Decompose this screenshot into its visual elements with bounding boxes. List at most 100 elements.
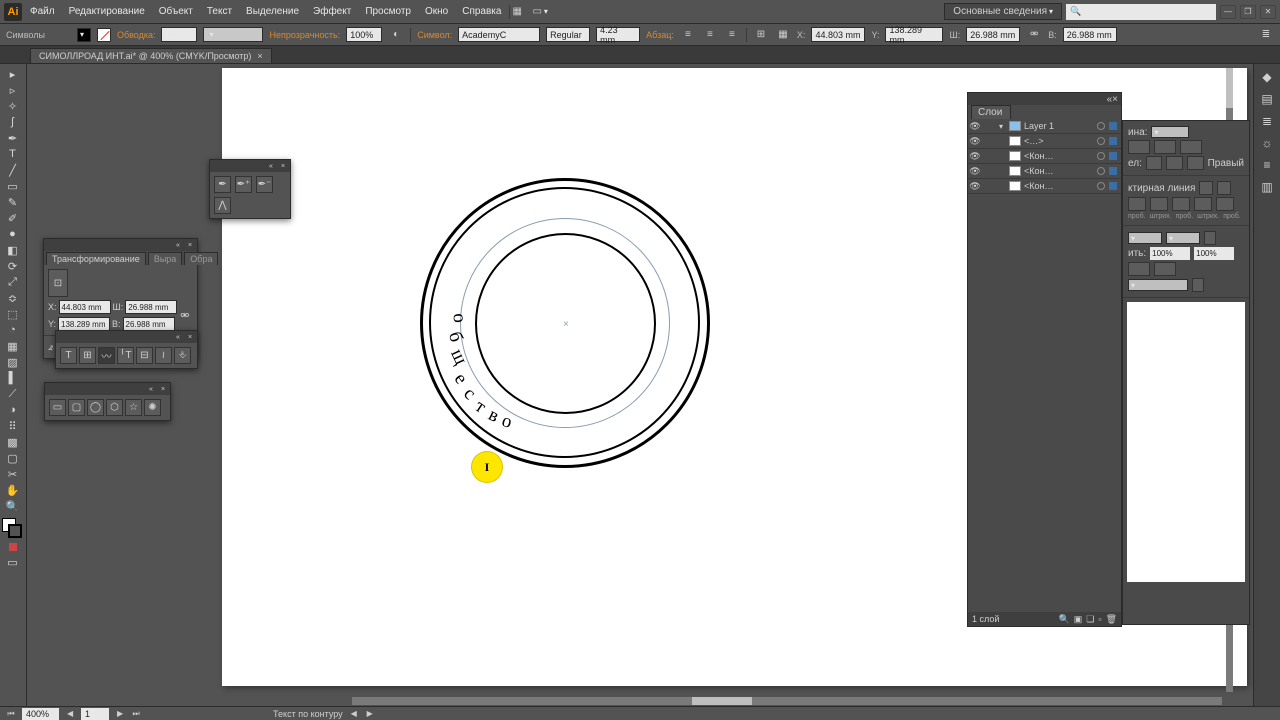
properties-panel[interactable]: ина: ел: Правый ктирная линия xyxy=(1122,120,1250,625)
stroke-profile[interactable] xyxy=(203,27,263,42)
menu-edit[interactable]: Редактирование xyxy=(63,4,151,19)
horizontal-scrollbar[interactable] xyxy=(352,697,1222,705)
area-type-btn[interactable]: ⊞ xyxy=(79,347,96,364)
y-input[interactable]: 138.289 mm xyxy=(885,27,943,42)
delete-anchor-btn[interactable]: ✒⁻ xyxy=(256,176,273,193)
fill-swatch[interactable] xyxy=(77,28,91,42)
blob-brush-tool[interactable]: ● xyxy=(0,226,25,242)
free-transform-tool[interactable]: ⬚ xyxy=(0,306,25,322)
gradient-tool[interactable]: ▌ xyxy=(0,370,25,386)
transform-tab[interactable]: Трансформирование xyxy=(46,252,146,265)
flare-tool-btn[interactable]: ✺ xyxy=(144,399,161,416)
eyedropper-tool[interactable]: ⟋ xyxy=(0,386,25,402)
add-anchor-btn[interactable]: ✒⁺ xyxy=(235,176,252,193)
lasso-tool[interactable]: ʃ xyxy=(0,114,25,130)
status-menu-left-icon[interactable]: ◀ xyxy=(349,709,359,719)
align-right-icon[interactable]: ≡ xyxy=(724,27,740,43)
type-on-path[interactable]: о б щ е с т в о xyxy=(440,314,520,434)
layer-name[interactable]: <…> xyxy=(1024,136,1093,146)
dash-input-3[interactable] xyxy=(1216,197,1234,211)
layer-name[interactable]: <Кон… xyxy=(1024,181,1093,191)
symbol-sprayer-tool[interactable]: ⠿ xyxy=(0,418,25,434)
arrow-start-scale[interactable]: 100% xyxy=(1150,247,1190,260)
line-tool[interactable]: ╱ xyxy=(0,162,25,178)
menu-effect[interactable]: Эффект xyxy=(307,4,357,19)
visibility-icon[interactable]: 👁 xyxy=(968,121,982,132)
eraser-tool[interactable]: ◧ xyxy=(0,242,25,258)
convert-anchor-btn[interactable]: ⋀ xyxy=(214,197,231,214)
layer-row[interactable]: 👁 <Кон… xyxy=(968,149,1121,164)
stroke-weight-dd[interactable] xyxy=(1151,126,1189,138)
layer-row[interactable]: 👁 <Кон… xyxy=(968,164,1121,179)
type-tool-btn[interactable]: T xyxy=(60,347,77,364)
stroke-weight-input[interactable] xyxy=(161,27,197,42)
graph-tool[interactable]: ▩ xyxy=(0,434,25,450)
status-menu-right-icon[interactable]: ▶ xyxy=(365,709,375,719)
swap-arrows-icon[interactable] xyxy=(1204,231,1216,245)
link-wh-icon[interactable]: ⚮ xyxy=(180,309,189,322)
pen-tool[interactable]: ✒ xyxy=(0,130,25,146)
link-wh-icon[interactable]: ⚮ xyxy=(1026,27,1042,43)
artboard-tool[interactable]: ▢ xyxy=(0,450,25,466)
align-panel-icon[interactable]: ▦ xyxy=(775,27,791,43)
layers-panel[interactable]: « × Слои 👁 ▾ Layer 1 👁 <…> 👁 <Кон… 👁 <Ко… xyxy=(967,92,1122,627)
window-minimize[interactable]: — xyxy=(1220,5,1236,19)
vertical-type-btn[interactable]: ╵T xyxy=(117,347,134,364)
pathfinder-tab[interactable]: Обра xyxy=(184,252,218,265)
touch-type-btn[interactable]: ⎀ xyxy=(174,347,191,364)
paragraph-label[interactable]: Абзац: xyxy=(646,30,674,40)
vertical-path-type-btn[interactable]: ≀ xyxy=(155,347,172,364)
shape-tools-panel[interactable]: «× ▭ ▢ ◯ ⬡ ☆ ✺ xyxy=(44,382,171,421)
target-icon[interactable] xyxy=(1097,152,1105,160)
swatches-panel-icon[interactable]: ▤ xyxy=(1258,90,1276,108)
w-input[interactable]: 26.988 mm xyxy=(125,300,177,314)
zoom-level[interactable]: 400% xyxy=(22,708,59,720)
visibility-icon[interactable]: 👁 xyxy=(968,151,982,162)
brushes-panel-icon[interactable]: ≣ xyxy=(1258,112,1276,130)
align-left-icon[interactable]: ≡ xyxy=(680,27,696,43)
menu-file[interactable]: Файл xyxy=(24,4,61,19)
document-tab-close[interactable]: × xyxy=(257,51,262,61)
window-restore[interactable]: ❐ xyxy=(1240,5,1256,19)
menu-text[interactable]: Текст xyxy=(201,4,238,19)
menu-view[interactable]: Просмотр xyxy=(359,4,417,19)
ellipse-tool-btn[interactable]: ◯ xyxy=(87,399,104,416)
arrow-end-scale[interactable]: 100% xyxy=(1194,247,1234,260)
character-label[interactable]: Символ: xyxy=(417,30,452,40)
direct-selection-tool[interactable]: ▹ xyxy=(0,82,25,98)
font-size-input[interactable]: 4.23 mm xyxy=(596,27,640,42)
target-icon[interactable] xyxy=(1097,182,1105,190)
layer-row[interactable]: 👁 <Кон… xyxy=(968,179,1121,194)
h-input[interactable]: 26.988 mm xyxy=(1063,27,1117,42)
selection-tool[interactable]: ▸ xyxy=(0,66,25,82)
cap-round-icon[interactable] xyxy=(1154,140,1176,154)
panel-collapse-icon[interactable]: « xyxy=(174,241,182,249)
panel-close-icon[interactable]: × xyxy=(279,162,287,170)
locate-object-icon[interactable]: 🔍 xyxy=(1059,614,1070,625)
delete-layer-icon[interactable]: 🗑 xyxy=(1106,614,1117,625)
layer-name[interactable]: <Кон… xyxy=(1024,166,1093,176)
dash-input[interactable] xyxy=(1128,197,1146,211)
color-mode-icon[interactable] xyxy=(0,540,25,554)
magic-wand-tool[interactable]: ✧ xyxy=(0,98,25,114)
hand-tool[interactable]: ✋ xyxy=(0,482,25,498)
opacity-input[interactable]: 100% xyxy=(346,27,382,42)
last-artboard-btn[interactable]: ⏭ xyxy=(131,709,141,719)
type-tools-panel[interactable]: «× T ⊞ 〰 ╵T ⊟ ≀ ⎀ xyxy=(55,330,198,369)
document-tab[interactable]: СИМОЛЛРОАД ИНТ.ai* @ 400% (CMYK/Просмотр… xyxy=(30,48,272,63)
cap-butt-icon[interactable] xyxy=(1128,140,1150,154)
layer-name[interactable]: <Кон… xyxy=(1024,151,1093,161)
symbols-panel-icon[interactable]: ☼ xyxy=(1258,134,1276,152)
type-tool[interactable]: T xyxy=(0,146,25,162)
visibility-icon[interactable]: 👁 xyxy=(968,181,982,192)
new-sublayer-icon[interactable]: ❏ xyxy=(1086,614,1094,625)
dash-align-icon[interactable] xyxy=(1217,181,1231,195)
panel-collapse-icon[interactable]: « xyxy=(267,162,275,170)
new-layer-icon[interactable]: ▫ xyxy=(1098,614,1101,624)
next-artboard-btn[interactable]: ▶ xyxy=(115,709,125,719)
scale-tool[interactable]: ⤢ xyxy=(0,274,25,290)
x-input[interactable]: 44.803 mm xyxy=(811,27,865,42)
flip-profile-icon[interactable] xyxy=(1192,278,1204,292)
pencil-tool[interactable]: ✐ xyxy=(0,210,25,226)
first-artboard-btn[interactable]: ⏮ xyxy=(6,709,16,719)
